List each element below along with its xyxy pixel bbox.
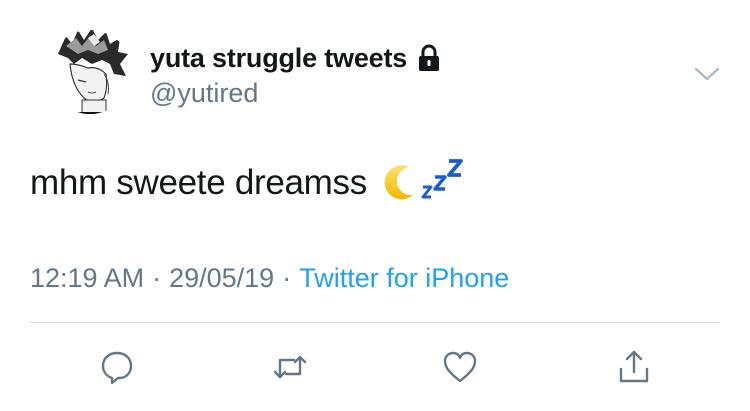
chevron-down-icon[interactable] bbox=[692, 62, 722, 86]
reply-icon bbox=[101, 351, 133, 385]
display-name-row[interactable]: yuta struggle tweets bbox=[150, 40, 441, 76]
crescent-moon-icon bbox=[379, 163, 417, 203]
share-icon bbox=[619, 350, 649, 383]
reply-button[interactable] bbox=[95, 345, 139, 389]
avatar-image bbox=[48, 30, 132, 114]
tweet-meta: 12:19 AM · 29/05/19 · Twitter for iPhone bbox=[30, 263, 509, 294]
like-button[interactable] bbox=[438, 345, 482, 389]
display-name[interactable]: yuta struggle tweets bbox=[150, 43, 407, 74]
meta-separator: · bbox=[152, 263, 162, 293]
tweet-text: mhm sweete dreamss bbox=[30, 159, 465, 203]
retweet-button[interactable] bbox=[268, 345, 312, 389]
tweet-date[interactable]: 29/05/19 bbox=[169, 263, 274, 294]
tweet-body: mhm sweete dreamss bbox=[30, 163, 367, 202]
meta-separator: · bbox=[282, 263, 292, 293]
user-handle[interactable]: @yutired bbox=[150, 78, 258, 109]
share-button[interactable] bbox=[612, 345, 656, 389]
retweet-icon bbox=[273, 355, 307, 379]
heart-icon bbox=[443, 351, 477, 383]
avatar[interactable] bbox=[48, 24, 132, 124]
lock-icon bbox=[417, 44, 441, 72]
zzz-icon bbox=[419, 155, 465, 201]
tweet-time[interactable]: 12:19 AM bbox=[30, 263, 144, 294]
tweet-source-link[interactable]: Twitter for iPhone bbox=[299, 263, 509, 294]
divider bbox=[30, 322, 720, 323]
